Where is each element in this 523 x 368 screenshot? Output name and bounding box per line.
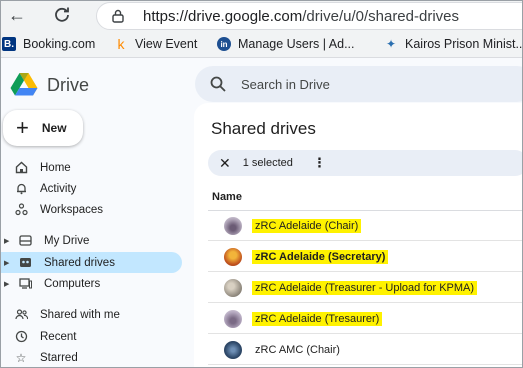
drive-name: zRC Adelaide (Secretary) [252, 249, 389, 264]
kairos-favicon: ✦ [385, 37, 397, 51]
star-icon: ☆ [15, 350, 27, 365]
back-button[interactable]: ← [6, 4, 28, 26]
sidebar-item-computers[interactable]: ▶ Computers [0, 273, 182, 294]
sidebar-item-label: Shared drives [44, 256, 115, 269]
drive-theme-avatar [224, 216, 242, 235]
column-header-name[interactable]: Name [212, 191, 242, 203]
sidebar-item-label: Shared with me [40, 308, 120, 321]
bell-icon [14, 182, 28, 196]
expand-caret-icon[interactable]: ▶ [4, 259, 14, 267]
drive-theme-avatar [224, 278, 242, 297]
drive-logo-icon[interactable] [10, 72, 38, 96]
drive-name: zRC AMC (Chair) [255, 343, 340, 356]
shared-drives-icon [18, 256, 32, 270]
table-row[interactable]: zRC AMC (Chair) [208, 335, 523, 365]
app-title[interactable]: Drive [47, 75, 89, 96]
search-bar[interactable]: Search in Drive [195, 66, 523, 102]
bookmarks-bar: B. Booking.com k View Event in Manage Us… [0, 33, 523, 58]
drive-theme-avatar [224, 340, 242, 359]
sidebar-item-label: Starred [40, 351, 78, 364]
page-title: Shared drives [211, 119, 316, 138]
clear-selection-close-icon[interactable]: ✕ [219, 155, 231, 172]
bookmark-view-event[interactable]: k View Event [114, 36, 198, 52]
search-icon[interactable] [209, 75, 227, 93]
expand-caret-icon[interactable]: ▶ [4, 280, 14, 288]
selection-count: 1 selected [242, 157, 293, 169]
sidebar-item-home[interactable]: Home [0, 157, 182, 178]
bookmark-label: Kairos Prison Minist... [405, 37, 523, 51]
sidebar-item-shared-drives[interactable]: ▶ Shared drives [0, 252, 182, 273]
drive-theme-avatar [224, 247, 242, 266]
site-info-icon[interactable] [111, 9, 125, 23]
search-input[interactable]: Search in Drive [241, 77, 330, 92]
drive-name: zRC Adelaide (Chair) [252, 218, 362, 233]
bookmark-label: View Event [135, 37, 198, 51]
sidebar-item-shared-with-me[interactable]: Shared with me [0, 304, 182, 325]
main-panel: Shared drives ✕ 1 selected ⋮ Name zRC Ad… [194, 103, 523, 368]
bookmark-label: Manage Users | Ad... [238, 37, 355, 51]
new-button[interactable]: + New [3, 110, 83, 146]
sidebar-item-workspaces[interactable]: Workspaces [0, 199, 182, 220]
bookmark-label: Booking.com [23, 37, 96, 51]
drive-theme-avatar [224, 309, 242, 328]
bookmark-kairos[interactable]: ✦ Kairos Prison Minist... [384, 37, 523, 51]
in-favicon: in [217, 37, 231, 51]
sidebar-item-label: Recent [40, 330, 77, 343]
drive-name: zRC Adelaide (Tresaurer) [252, 311, 383, 326]
bookmark-booking[interactable]: B. Booking.com [2, 37, 95, 51]
drive-name: zRC Adelaide (Treasurer - Upload for KPM… [252, 280, 478, 295]
sidebar-item-label: Computers [44, 277, 101, 290]
drive-header: Drive Search in Drive [0, 58, 523, 108]
booking-favicon: B. [2, 37, 16, 51]
reload-icon [55, 7, 69, 22]
url-path: /drive/u/0/shared-drives [302, 7, 460, 25]
sidebar-item-activity[interactable]: Activity [0, 178, 182, 199]
address-bar[interactable]: https://drive.google.com/drive/u/0/share… [96, 2, 523, 30]
reload-button[interactable] [51, 4, 73, 26]
sidebar-item-starred[interactable]: ☆ Starred [0, 347, 182, 368]
table-row[interactable]: zRC Adelaide (Secretary) [208, 242, 523, 272]
workspaces-icon [14, 203, 28, 217]
sidebar-item-my-drive[interactable]: ▶ My Drive [0, 230, 182, 251]
browser-toolbar: ← https://drive.google.com/drive/u/0/sha… [0, 0, 523, 33]
url-text[interactable]: https://drive.google.com/drive/u/0/share… [143, 8, 459, 25]
selection-bar: ✕ 1 selected ⋮ [208, 150, 523, 176]
plus-icon: + [16, 115, 29, 140]
sidebar-item-label: Activity [40, 182, 77, 195]
bookmark-manage-users[interactable]: in Manage Users | Ad... [217, 37, 355, 51]
url-host: https://drive.google.com [143, 7, 303, 25]
table-row[interactable]: zRC Adelaide (Chair) [208, 211, 523, 241]
back-arrow-icon: ← [8, 4, 26, 25]
sidebar-item-recent[interactable]: Recent [0, 326, 182, 347]
people-icon [14, 308, 28, 322]
sidebar-item-label: My Drive [44, 234, 90, 247]
sidebar-item-label: Workspaces [40, 203, 104, 216]
sidebar-item-label: Home [40, 161, 71, 174]
my-drive-icon [18, 234, 32, 248]
new-button-label: New [41, 121, 67, 135]
event-favicon: k [117, 36, 125, 52]
more-actions-icon[interactable]: ⋮ [313, 155, 326, 171]
table-row[interactable]: zRC Adelaide (Treasurer - Upload for KPM… [208, 273, 523, 303]
clock-icon [14, 330, 28, 344]
table-row[interactable]: zRC Adelaide (Tresaurer) [208, 304, 523, 334]
computer-icon [18, 277, 32, 291]
expand-caret-icon[interactable]: ▶ [4, 237, 14, 245]
home-icon [14, 161, 28, 175]
